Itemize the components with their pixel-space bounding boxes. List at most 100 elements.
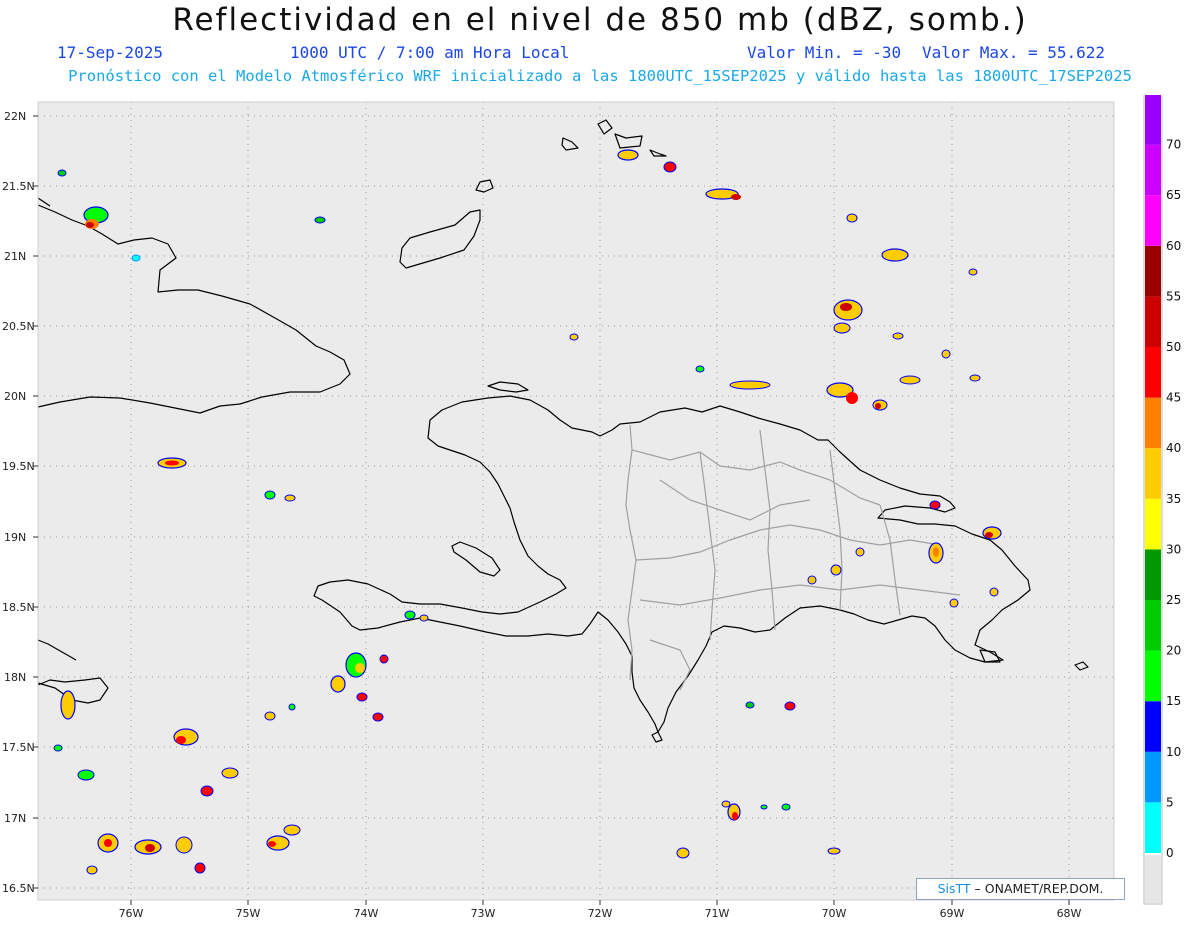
- storm-cell: [379, 654, 389, 664]
- lat-label: 16.5N: [2, 882, 35, 895]
- storm-cell: [175, 836, 193, 854]
- credit-org: – ONAMET/REP.DOM.: [974, 881, 1104, 896]
- colorbar-swatch: [1145, 600, 1161, 651]
- storm-cell: [827, 847, 841, 855]
- colorbar-swatch: [1145, 802, 1161, 853]
- lon-label: 75W: [236, 907, 261, 920]
- colorbar-label: 0: [1166, 846, 1174, 860]
- map-title: Reflectividad en el nivel de 850 mb (dBZ…: [172, 2, 1028, 38]
- colorbar-label: 45: [1166, 391, 1181, 405]
- colorbar-swatch: [1145, 751, 1161, 803]
- lat-label: 17N: [4, 812, 26, 825]
- storm-cell: [727, 803, 741, 821]
- storm-cell: [57, 169, 67, 177]
- storm-cell: [345, 652, 367, 678]
- colorbar-label: 55: [1166, 289, 1181, 303]
- storm-cell: [200, 785, 214, 797]
- lon-label: 72W: [588, 907, 613, 920]
- lat-label: 19N: [4, 531, 26, 544]
- lon-label: 76W: [119, 907, 144, 920]
- storm-cell: [969, 374, 981, 382]
- forecast-note: Pronóstico con el Modelo Atmosférico WRF…: [68, 67, 1132, 85]
- colorbar-label: 60: [1166, 239, 1181, 253]
- lat-label: 21N: [4, 250, 26, 263]
- colorbar-swatch: [1145, 498, 1161, 550]
- min-value-label: Valor Min. = -30: [747, 43, 902, 62]
- storm-cell: [330, 675, 346, 693]
- lat-label: 20N: [4, 390, 26, 403]
- colorbar-swatch: [1145, 549, 1161, 600]
- lat-label: 22N: [4, 110, 26, 123]
- storm-cell: [721, 800, 731, 808]
- storm-cell: [745, 701, 755, 709]
- reflectivity-map: 22N 21.5N 21N 20.5N 20N 19.5N 19N 18.5N …: [2, 95, 1181, 920]
- storm-cell: [134, 839, 162, 855]
- storm-cell: [846, 213, 858, 223]
- lon-label: 71W: [705, 907, 730, 920]
- storm-cell: [729, 380, 771, 390]
- storm-cell: [855, 547, 865, 557]
- lat-label: 21.5N: [2, 180, 35, 193]
- lon-label: 69W: [940, 907, 965, 920]
- storm-cell: [676, 847, 690, 859]
- storm-cell: [989, 587, 999, 597]
- latitude-labels: 22N 21.5N 21N 20.5N 20N 19.5N 19N 18.5N …: [2, 110, 35, 895]
- colorbar-swatch: [1145, 144, 1161, 196]
- storm-cell: [53, 744, 63, 752]
- storm-cell: [941, 349, 951, 359]
- lon-label: 68W: [1057, 907, 1082, 920]
- colorbar-lowest-swatch: [1145, 855, 1161, 903]
- credit-brand: SisTT: [937, 881, 971, 896]
- storm-cell: [194, 862, 206, 874]
- storm-cell: [131, 254, 141, 262]
- lon-ticks: [130, 900, 1070, 905]
- storm-cell: [77, 769, 95, 781]
- colorbar-label: 50: [1166, 340, 1181, 354]
- storm-cell: [97, 833, 119, 853]
- storm-cell: [807, 575, 817, 585]
- storm-cell: [928, 542, 944, 564]
- lat-label: 18N: [4, 671, 26, 684]
- longitude-labels: 76W 75W 74W 73W 72W 71W 70W 69W 68W: [119, 907, 1082, 920]
- colorbar-swatch: [1145, 245, 1161, 297]
- colorbar-label: 30: [1166, 542, 1181, 556]
- colorbar-label: 10: [1166, 745, 1181, 759]
- map-panel: [38, 102, 1114, 900]
- lat-label: 18.5N: [2, 601, 35, 614]
- colorbar-swatch: [1145, 95, 1161, 145]
- lat-label: 17.5N: [2, 741, 35, 754]
- storm-cell: [314, 216, 326, 224]
- colorbar-swatch: [1145, 448, 1161, 499]
- lat-label: 20.5N: [2, 320, 35, 333]
- colorbar-label: 65: [1166, 188, 1181, 202]
- colorbar-swatch: [1145, 296, 1161, 347]
- storm-cell: [872, 399, 888, 411]
- lat-label: 19.5N: [2, 460, 35, 473]
- date-label: 17-Sep-2025: [57, 43, 163, 62]
- storm-cell: [221, 767, 239, 779]
- colorbar-label: 35: [1166, 492, 1181, 506]
- storm-cell: [617, 149, 639, 161]
- storm-cell: [695, 365, 705, 373]
- storm-cell: [157, 457, 187, 469]
- storm-cell: [830, 564, 842, 576]
- storm-cell: [60, 690, 76, 720]
- lon-label: 73W: [471, 907, 496, 920]
- storm-cell: [356, 692, 368, 702]
- storm-cell: [173, 728, 199, 746]
- colorbar-swatch: [1145, 650, 1161, 702]
- colorbar-label: 25: [1166, 593, 1181, 607]
- lon-label: 74W: [354, 907, 379, 920]
- storm-cell: [881, 248, 909, 262]
- storm-cell: [663, 161, 677, 173]
- storm-cell: [982, 526, 1002, 540]
- storm-cell: [784, 701, 796, 711]
- colorbar-label: 15: [1166, 694, 1181, 708]
- colorbar-label: 20: [1166, 644, 1181, 658]
- lon-label: 70W: [822, 907, 847, 920]
- storm-cell: [929, 500, 941, 510]
- storm-cell: [569, 333, 579, 341]
- credit-box: SisTT – ONAMET/REP.DOM.: [916, 878, 1125, 900]
- colorbar-swatch: [1145, 347, 1161, 398]
- storm-cell: [86, 865, 98, 875]
